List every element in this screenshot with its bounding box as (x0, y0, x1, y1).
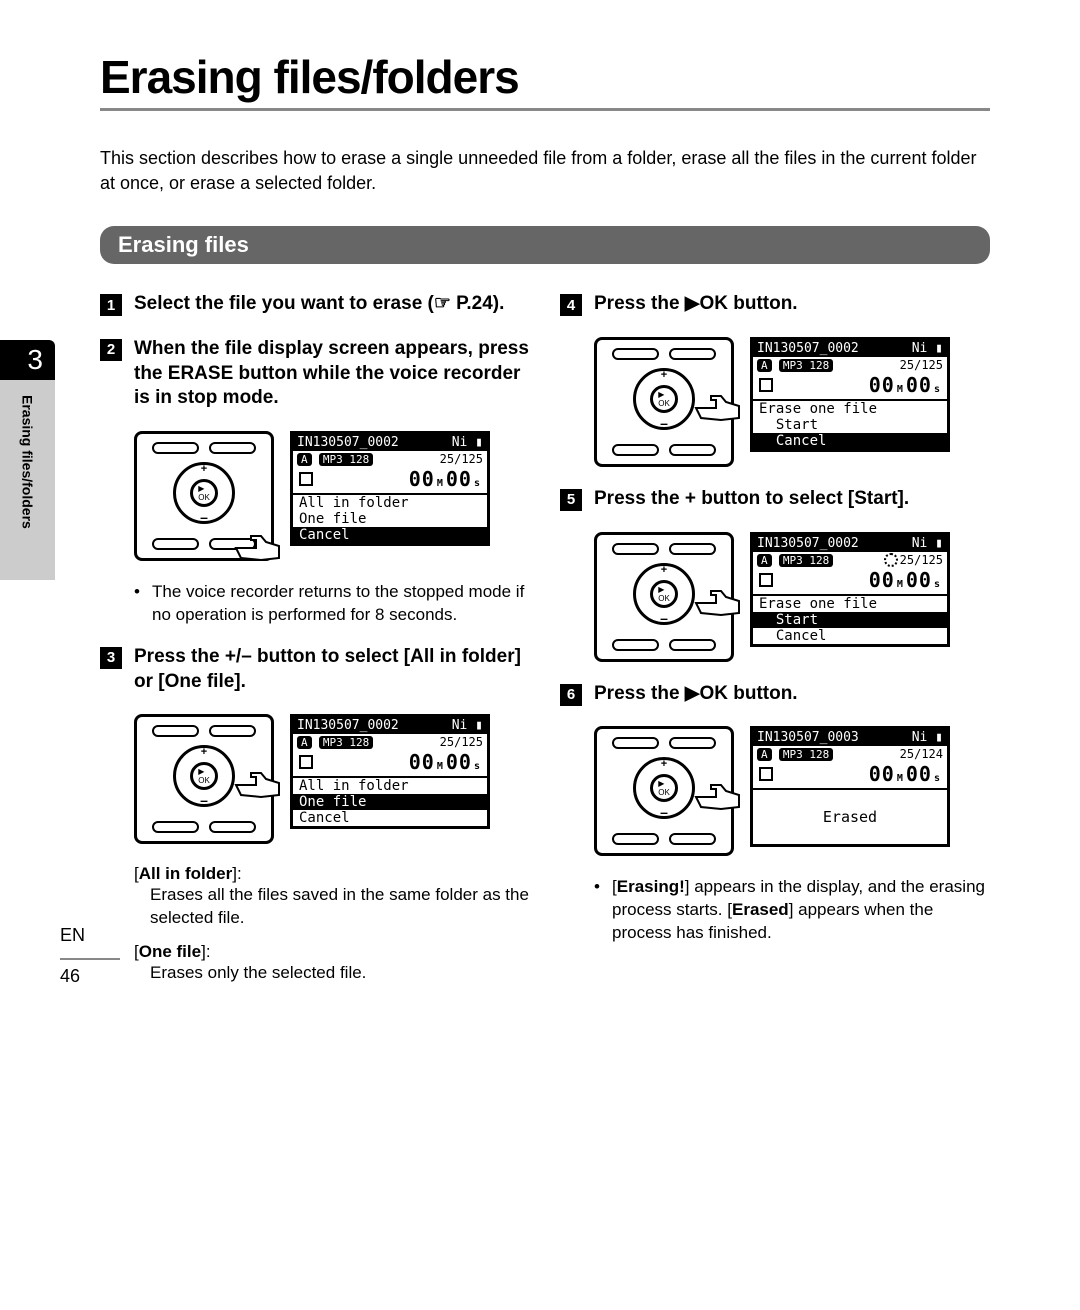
right-column: 4 Press the ▶OK button. + ▶OK – (560, 292, 990, 997)
erased-message: Erased (753, 790, 947, 844)
page-number: 46 (60, 966, 120, 987)
lcd-screen: IN130507_0002Ni ▮ A MP3 12825/125 00M00s… (750, 532, 950, 648)
hand-pointer-icon (691, 583, 741, 618)
step-2-note: • The voice recorder returns to the stop… (134, 581, 530, 627)
side-label: Erasing files/folders (0, 380, 55, 580)
step-text: Press the + button to select [Start]. (594, 487, 990, 512)
illustration-step-5: + ▶OK – IN130507_0002Ni ▮ A MP3 12825/12… (594, 532, 990, 662)
menu-item: Cancel (753, 628, 947, 644)
step-6-note: • [Erasing!] appears in the display, and… (594, 876, 990, 945)
hand-pointer-icon (231, 765, 281, 800)
step-number: 4 (560, 294, 582, 316)
page-footer: EN 46 (60, 925, 120, 987)
lcd-screen: IN130507_0002Ni ▮ A MP3 12825/125 00M00s… (290, 431, 490, 546)
step-3: 3 Press the +/– button to select [All in… (100, 645, 530, 694)
device-diagram: + ▶OK – (594, 532, 734, 662)
lcd-screen: IN130507_0002Ni ▮ A MP3 12825/125 00M00s… (290, 714, 490, 829)
step-2: 2 When the file display screen appears, … (100, 337, 530, 411)
footer-rule (60, 958, 120, 960)
device-diagram: + ▶OK – (134, 714, 274, 844)
device-diagram: + ▶OK – (594, 337, 734, 467)
intro-text: This section describes how to erase a si… (100, 146, 990, 196)
section-heading: Erasing files (100, 226, 990, 264)
menu-item-selected: One file (293, 794, 487, 810)
step-6: 6 Press the ▶OK button. (560, 682, 990, 707)
page-title: Erasing files/folders (100, 50, 990, 104)
step-text: Select the file you want to erase (☞ P.2… (134, 292, 530, 317)
step-number: 2 (100, 339, 122, 361)
ok-button-icon: ▶OK (650, 580, 678, 608)
menu-item: Erase one file (753, 596, 947, 612)
step-number: 3 (100, 647, 122, 669)
ok-button-icon: ▶OK (650, 774, 678, 802)
illustration-step-3: + ▶OK – IN130507_0002Ni ▮ A MP3 12825/12… (134, 714, 530, 844)
hand-pointer-icon (691, 777, 741, 812)
hand-pointer-icon (231, 528, 281, 563)
lcd-screen: IN130507_0003Ni ▮ A MP3 12825/124 00M00s… (750, 726, 950, 847)
step-number: 1 (100, 294, 122, 316)
menu-item-selected: Cancel (293, 527, 487, 543)
illustration-step-2: + ▶OK – IN130507_0002Ni ▮ A MP3 12825/12… (134, 431, 530, 561)
lcd-screen: IN130507_0002Ni ▮ A MP3 12825/125 00M00s… (750, 337, 950, 452)
menu-item: All in folder (293, 778, 487, 794)
hand-pointer-icon (691, 388, 741, 423)
menu-item: One file (293, 511, 487, 527)
device-diagram: + ▶OK – (594, 726, 734, 856)
step-text: Press the +/– button to select [All in f… (134, 645, 530, 694)
menu-item-selected: Cancel (753, 433, 947, 449)
ok-button-icon: ▶OK (190, 762, 218, 790)
loading-icon (884, 553, 898, 567)
step-text: Press the ▶OK button. (594, 292, 990, 317)
title-rule (100, 108, 990, 111)
step-5: 5 Press the + button to select [Start]. (560, 487, 990, 512)
menu-item: Erase one file (753, 401, 947, 417)
ok-button-icon: ▶OK (190, 479, 218, 507)
ok-button-icon: ▶OK (650, 385, 678, 413)
chapter-number-tab: 3 (0, 340, 55, 380)
step-text: Press the ▶OK button. (594, 682, 990, 707)
illustration-step-4: + ▶OK – IN130507_0002Ni ▮ A MP3 12825/12… (594, 337, 990, 467)
menu-item: All in folder (293, 495, 487, 511)
language-code: EN (60, 925, 120, 946)
menu-item: Start (753, 417, 947, 433)
device-diagram: + ▶OK – (134, 431, 274, 561)
step-4: 4 Press the ▶OK button. (560, 292, 990, 317)
left-column: 1 Select the file you want to erase (☞ P… (100, 292, 530, 997)
definition-all-in-folder: [All in folder]: Erases all the files sa… (134, 864, 530, 930)
definition-one-file: [One file]: Erases only the selected fil… (134, 942, 530, 985)
menu-item: Cancel (293, 810, 487, 826)
step-text: When the file display screen appears, pr… (134, 337, 530, 411)
step-number: 6 (560, 684, 582, 706)
step-number: 5 (560, 489, 582, 511)
illustration-step-6: + ▶OK – IN130507_0003Ni ▮ A MP3 12825/12… (594, 726, 990, 856)
step-1: 1 Select the file you want to erase (☞ P… (100, 292, 530, 317)
menu-item-selected: Start (753, 612, 947, 628)
